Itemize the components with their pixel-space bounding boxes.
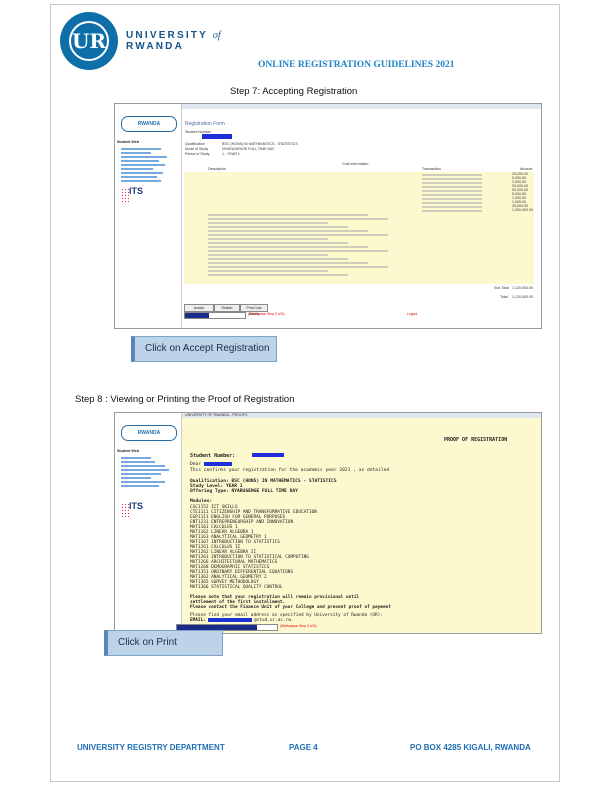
cost-row: [208, 242, 348, 244]
cost-amount: 1,000,000.00: [512, 208, 533, 212]
confirm-line: This confirms your registration for the …: [190, 468, 390, 473]
university-logo: UR: [60, 12, 118, 70]
period-value: 1 - YEAR 1: [222, 152, 240, 156]
cost-row: [208, 230, 368, 232]
cost-row: [422, 210, 482, 212]
cost-row: [422, 202, 482, 204]
its-logo: ITS: [129, 186, 144, 196]
sidebar-link[interactable]: [121, 481, 165, 483]
cost-row: [208, 250, 388, 252]
sidebar-link[interactable]: [121, 156, 167, 158]
step8-screenshot: RWANDA Student Web ITS UNIVERSITY OF RWA…: [114, 412, 542, 634]
cost-row: [208, 274, 348, 276]
cost-row: [208, 246, 368, 248]
sidebar-link[interactable]: [121, 465, 165, 467]
offering-type-line: Offering Type: NYARUGENGE FULL TIME DAY: [190, 489, 298, 494]
sidebar-link[interactable]: [121, 164, 165, 166]
cost-row: [208, 214, 368, 216]
sidebar-link[interactable]: [121, 148, 161, 150]
its-logo: ITS: [129, 501, 144, 511]
progress-step-text: (Workspace Step 2 of 5): [248, 312, 285, 316]
sidebar-link[interactable]: [121, 160, 159, 162]
logo-letters: UR: [69, 21, 109, 61]
step8-title: Step 8 : Viewing or Printing the Proof o…: [75, 394, 295, 405]
cost-row: [208, 266, 388, 268]
cost-row: [208, 262, 368, 264]
cost-row: [422, 182, 482, 184]
email-label: EMAIL:: [190, 618, 206, 623]
sidebar-link[interactable]: [121, 176, 157, 178]
cost-row: [208, 226, 348, 228]
footer-address: PO BOX 4285 KIGALI, RWANDA: [410, 743, 531, 752]
callout-accept: Click on Accept Registration: [131, 336, 277, 362]
sidebar-link[interactable]: [121, 152, 151, 154]
total-label: Total: [500, 295, 508, 299]
cost-row: [422, 194, 482, 196]
window-titlebar: [182, 104, 541, 109]
sidebar-link[interactable]: [121, 461, 155, 463]
cost-row: [208, 258, 348, 260]
sub-total-value: 1,120,000.00: [512, 286, 533, 290]
cost-row: [422, 190, 482, 192]
dear-label: Dear: [190, 462, 202, 467]
step8-sidebar: RWANDA Student Web ITS: [115, 413, 182, 633]
modules-heading: Modules:: [190, 499, 213, 504]
sidebar-link[interactable]: [121, 457, 151, 459]
cost-row: [208, 254, 328, 256]
document-title: ONLINE REGISTRATION GUIDELINES 2021: [258, 60, 455, 70]
step7-screenshot: RWANDA Student Web ITS Registration Form…: [114, 103, 542, 329]
restart-process-button[interactable]: Restart Process: [214, 304, 240, 316]
cost-row: [422, 206, 482, 208]
module-item: MAT1366 STATISTICAL QUALITY CONTROL: [190, 585, 283, 590]
sidebar-link[interactable]: [121, 477, 151, 479]
sidebar-heading: Student Web: [117, 449, 139, 453]
sidebar-logo: RWANDA: [121, 116, 177, 132]
footer-page: PAGE 4: [289, 743, 318, 752]
student-number-label: Student Number:: [190, 453, 236, 459]
cost-row: [208, 234, 388, 236]
progress-fill: [185, 313, 209, 318]
email-domain: @stud.ur.ac.rw.: [254, 618, 294, 623]
step8-progress-text: (Workspace Step 4 of 5): [280, 624, 317, 628]
sidebar-logo: RWANDA: [121, 425, 177, 441]
redacted-student-number: [252, 453, 284, 457]
cost-row: [208, 270, 328, 272]
cost-row: [208, 238, 328, 240]
cost-header: Cost Information: [342, 162, 369, 166]
accept-registration-button[interactable]: Accept Registration: [184, 304, 214, 316]
redacted-student-number: [202, 134, 232, 139]
logo-wordmark: UNIVERSITY of RWANDA: [126, 30, 221, 52]
step7-title: Step 7: Accepting Registration: [230, 86, 358, 97]
sidebar-link[interactable]: [121, 172, 163, 174]
sidebar-link[interactable]: [121, 473, 161, 475]
sub-total-label: Sub Total: [494, 286, 509, 290]
period-label: Period of Study: [185, 152, 210, 156]
sidebar-link[interactable]: [121, 180, 161, 182]
page-heading: Registration Form: [185, 121, 225, 127]
sidebar-link[interactable]: [121, 485, 159, 487]
note-line-3: Please contact the Finance Unit of your …: [190, 605, 391, 610]
sidebar-heading: Student Web: [117, 140, 139, 144]
cost-row: [422, 186, 482, 188]
cost-row: [422, 178, 482, 180]
callout-print: Click on Print: [104, 630, 223, 656]
step7-sidebar: RWANDA Student Web ITS: [115, 104, 182, 328]
step8-main: UNIVERSITY OF RWANDA - PROOFS PROOF OF R…: [180, 413, 541, 633]
logout-link[interactable]: Logout: [407, 312, 417, 317]
footer-department: UNIVERSITY REGISTRY DEPARTMENT: [77, 743, 225, 752]
sidebar-link[interactable]: [121, 469, 169, 471]
workspace-progress: [184, 312, 246, 319]
total-value: 1,120,000.00: [512, 295, 533, 299]
cost-row: [422, 198, 482, 200]
proof-title: PROOF OF REGISTRATION: [444, 437, 508, 443]
cost-row: [208, 222, 328, 224]
redacted-email: [208, 618, 252, 622]
print-cost-details-button[interactable]: Print Cost Details: [240, 304, 268, 316]
redacted-student-name: [204, 462, 232, 466]
cost-row: [208, 218, 388, 220]
sidebar-link[interactable]: [121, 168, 153, 170]
window-titlebar: UNIVERSITY OF RWANDA - PROOFS: [182, 413, 541, 418]
step7-main: Registration Form Student Number Qualifi…: [182, 104, 541, 328]
cost-row: [422, 174, 482, 176]
